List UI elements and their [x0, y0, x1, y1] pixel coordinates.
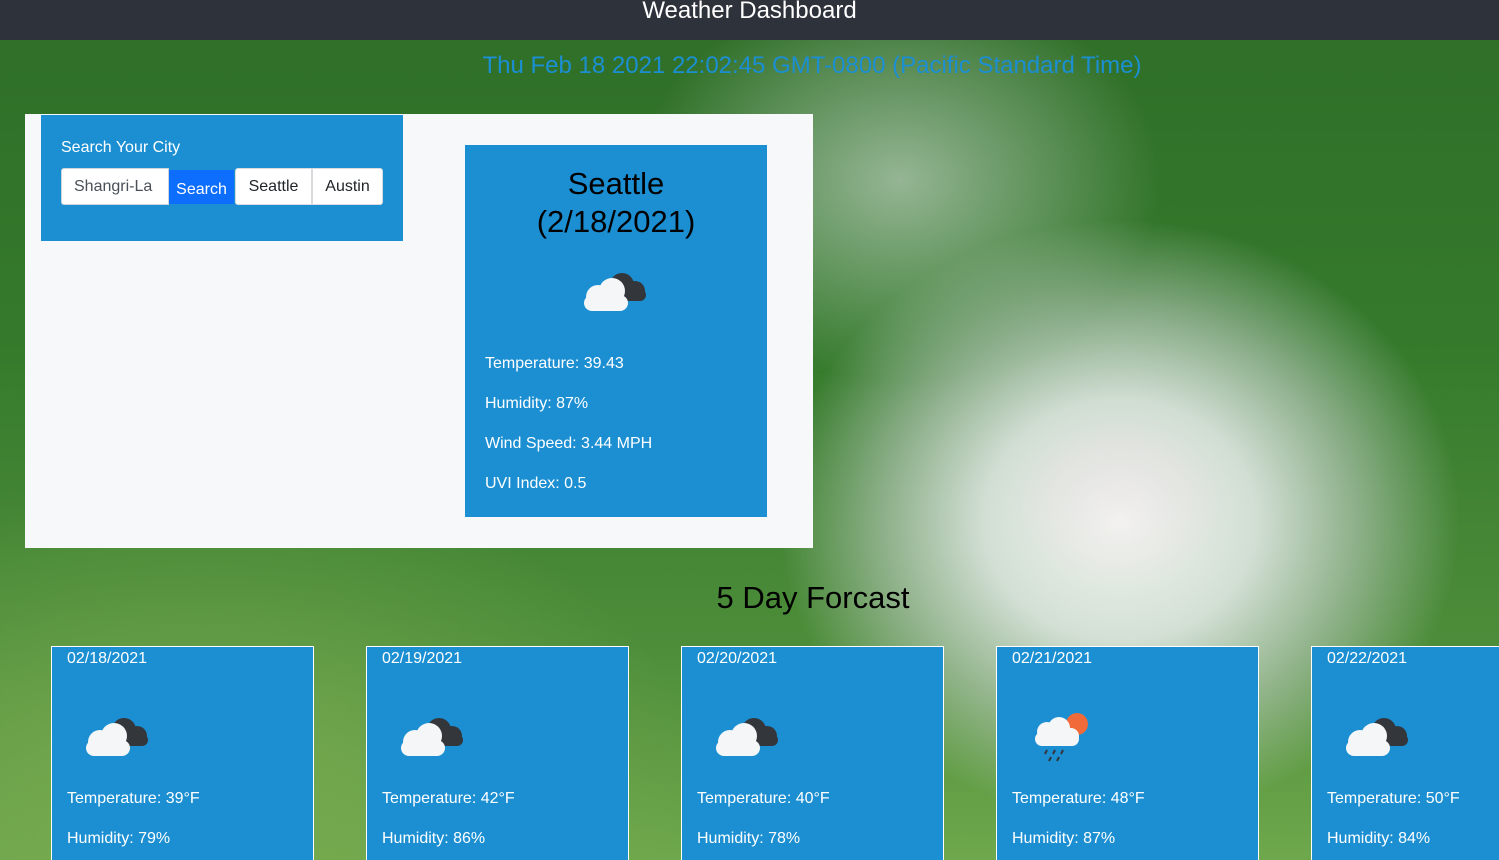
forecast-humidity: Humidity: 78%: [697, 830, 801, 847]
current-humidity: Humidity: 87%: [485, 395, 589, 412]
broken-clouds-icon: [716, 718, 778, 756]
navbar: Weather Dashboard: [0, 0, 1499, 40]
forecast-card: 02/21/2021 Temperature: 48°F Humidity: 8…: [996, 646, 1259, 860]
broken-clouds-icon: [86, 718, 148, 756]
forecast-temperature: Temperature: 48°F: [1012, 790, 1145, 807]
city-search-input[interactable]: [61, 168, 169, 205]
main-panel: Search Your City Search Seattle Austin S…: [25, 114, 813, 548]
current-datetime: Thu Feb 18 2021 22:02:45 GMT-0800 (Pacif…: [482, 52, 1142, 79]
forecast-temperature: Temperature: 39°F: [67, 790, 200, 807]
search-label: Search Your City: [61, 139, 181, 156]
search-button[interactable]: Search: [169, 170, 234, 204]
forecast-date: 02/18/2021: [67, 650, 148, 667]
forecast-humidity: Humidity: 79%: [67, 830, 171, 847]
current-date: (2/18/2021): [536, 204, 696, 239]
forecast-humidity: Humidity: 87%: [1012, 830, 1116, 847]
forecast-temperature: Temperature: 50°F: [1327, 790, 1460, 807]
forecast-card: 02/18/2021 Temperature: 39°F Humidity: 7…: [51, 646, 314, 860]
current-weather-card: Seattle (2/18/2021) Temperature: 39.43 H…: [465, 145, 767, 517]
broken-clouds-icon: [401, 718, 463, 756]
forecast-date: 02/19/2021: [382, 650, 463, 667]
forecast-humidity: Humidity: 84%: [1327, 830, 1431, 847]
forecast-date: 02/20/2021: [697, 650, 778, 667]
forecast-card: 02/20/2021 Temperature: 40°F Humidity: 7…: [681, 646, 944, 860]
current-wind-speed: Wind Speed: 3.44 MPH: [485, 435, 653, 452]
current-city-title: Seattle (2/18/2021): [465, 165, 767, 241]
app-title: Weather Dashboard: [642, 0, 857, 24]
broken-clouds-icon: [1346, 718, 1408, 756]
forecast-card: 02/22/2021 Temperature: 50°F Humidity: 8…: [1311, 646, 1499, 860]
current-temperature: Temperature: 39.43: [485, 355, 624, 372]
rain-sun-icon: [1035, 713, 1088, 762]
forecast-date: 02/21/2021: [1012, 650, 1093, 667]
current-city-name: Seattle: [567, 166, 665, 201]
broken-clouds-icon: [584, 273, 646, 311]
history-city-button-seattle[interactable]: Seattle: [235, 168, 312, 205]
current-uv-index: UVI Index: 0.5: [485, 475, 587, 492]
forecast-humidity: Humidity: 86%: [382, 830, 486, 847]
search-panel: Search Your City Search Seattle Austin: [41, 115, 403, 241]
forecast-temperature: Temperature: 42°F: [382, 790, 515, 807]
forecast-heading: 5 Day Forcast: [716, 580, 910, 615]
forecast-card: 02/19/2021 Temperature: 42°F Humidity: 8…: [366, 646, 629, 860]
forecast-date: 02/22/2021: [1327, 650, 1408, 667]
forecast-temperature: Temperature: 40°F: [697, 790, 830, 807]
history-city-button-austin[interactable]: Austin: [312, 168, 383, 205]
